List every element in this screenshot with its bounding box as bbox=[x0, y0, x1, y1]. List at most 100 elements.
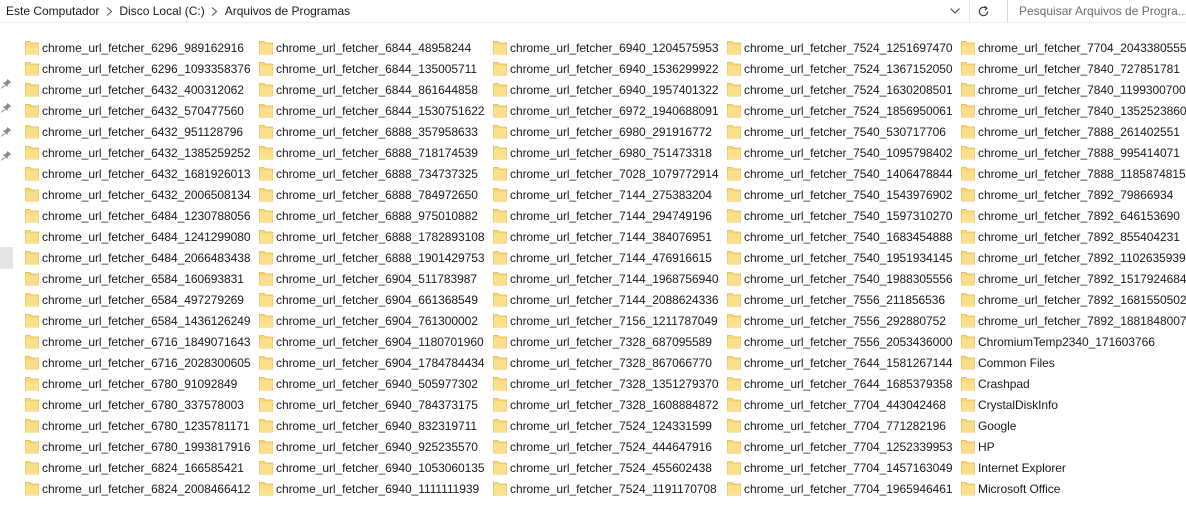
folder-item[interactable]: chrome_url_fetcher_7704_1457163049 bbox=[722, 457, 956, 478]
folder-item[interactable]: chrome_url_fetcher_7328_687095589 bbox=[488, 331, 722, 352]
address-history-button[interactable] bbox=[942, 0, 968, 22]
folder-item[interactable]: chrome_url_fetcher_6940_1111111939 bbox=[254, 478, 488, 499]
folder-item[interactable]: chrome_url_fetcher_6888_1901429753 bbox=[254, 247, 488, 268]
folder-item[interactable]: chrome_url_fetcher_7328_1351279370 bbox=[488, 373, 722, 394]
folder-item[interactable]: chrome_url_fetcher_7144_2088624336 bbox=[488, 289, 722, 310]
folder-item[interactable]: chrome_url_fetcher_7156_1211787049 bbox=[488, 310, 722, 331]
folder-item[interactable]: chrome_url_fetcher_6484_2066483438 bbox=[20, 247, 254, 268]
chevron-right-icon[interactable] bbox=[207, 6, 223, 16]
folder-item[interactable]: chrome_url_fetcher_7892_1881848007 bbox=[956, 310, 1186, 331]
folder-item[interactable]: chrome_url_fetcher_6844_1530751622 bbox=[254, 100, 488, 121]
folder-item[interactable]: chrome_url_fetcher_6904_761300002 bbox=[254, 310, 488, 331]
folder-item[interactable]: chrome_url_fetcher_6940_832319711 bbox=[254, 415, 488, 436]
folder-item[interactable]: chrome_url_fetcher_6888_357958633 bbox=[254, 121, 488, 142]
folder-item[interactable]: chrome_url_fetcher_6432_1681926013 bbox=[20, 163, 254, 184]
folder-item[interactable]: chrome_url_fetcher_7328_867066770 bbox=[488, 352, 722, 373]
folder-item[interactable]: chrome_url_fetcher_6904_1180701960 bbox=[254, 331, 488, 352]
folder-item[interactable]: chrome_url_fetcher_7888_995414071 bbox=[956, 142, 1186, 163]
folder-item[interactable]: chrome_url_fetcher_6844_135005711 bbox=[254, 58, 488, 79]
search-input[interactable] bbox=[1019, 4, 1186, 18]
folder-item[interactable]: Microsoft Office bbox=[956, 478, 1186, 499]
chevron-right-icon[interactable] bbox=[101, 6, 117, 16]
breadcrumb[interactable]: Este Computador Disco Local (C:) Arquivo… bbox=[0, 0, 942, 22]
folder-item[interactable]: chrome_url_fetcher_7524_1856950061 bbox=[722, 100, 956, 121]
folder-item[interactable]: chrome_url_fetcher_7540_1095798402 bbox=[722, 142, 956, 163]
search-box[interactable] bbox=[1007, 0, 1186, 22]
folder-item[interactable]: Google bbox=[956, 415, 1186, 436]
folder-item[interactable]: Common Files bbox=[956, 352, 1186, 373]
folder-item[interactable]: chrome_url_fetcher_7144_294749196 bbox=[488, 205, 722, 226]
folder-item[interactable]: chrome_url_fetcher_6980_291916772 bbox=[488, 121, 722, 142]
navigation-pane-scroll-marker[interactable] bbox=[0, 247, 13, 269]
folder-item[interactable]: chrome_url_fetcher_7144_476916615 bbox=[488, 247, 722, 268]
folder-item[interactable]: chrome_url_fetcher_6432_1385259252 bbox=[20, 142, 254, 163]
folder-item[interactable]: chrome_url_fetcher_7524_124331599 bbox=[488, 415, 722, 436]
folder-item[interactable]: chrome_url_fetcher_7704_771282196 bbox=[722, 415, 956, 436]
folder-item[interactable]: chrome_url_fetcher_6780_1235781171 bbox=[20, 415, 254, 436]
folder-item[interactable]: chrome_url_fetcher_6584_497279269 bbox=[20, 289, 254, 310]
breadcrumb-item-disco-local[interactable]: Disco Local (C:) bbox=[117, 4, 206, 18]
folder-item[interactable]: chrome_url_fetcher_6432_951128796 bbox=[20, 121, 254, 142]
folder-item[interactable]: chrome_url_fetcher_6940_1536299922 bbox=[488, 58, 722, 79]
folder-item[interactable]: chrome_url_fetcher_7028_1079772914 bbox=[488, 163, 722, 184]
folder-item[interactable]: chrome_url_fetcher_6296_989162916 bbox=[20, 37, 254, 58]
folder-item[interactable]: chrome_url_fetcher_7892_1102635939 bbox=[956, 247, 1186, 268]
folder-item[interactable]: CrystalDiskInfo bbox=[956, 394, 1186, 415]
folder-item[interactable]: chrome_url_fetcher_6888_734737325 bbox=[254, 163, 488, 184]
folder-item[interactable]: chrome_url_fetcher_6940_925235570 bbox=[254, 436, 488, 457]
folder-item[interactable]: chrome_url_fetcher_6888_975010882 bbox=[254, 205, 488, 226]
folder-item[interactable]: chrome_url_fetcher_7144_384076951 bbox=[488, 226, 722, 247]
folder-item[interactable]: chrome_url_fetcher_7540_1951934145 bbox=[722, 247, 956, 268]
folder-item[interactable]: chrome_url_fetcher_6904_1784784434 bbox=[254, 352, 488, 373]
folder-item[interactable]: chrome_url_fetcher_7328_1608884872 bbox=[488, 394, 722, 415]
folder-item[interactable]: chrome_url_fetcher_7540_1406478844 bbox=[722, 163, 956, 184]
folder-item[interactable]: chrome_url_fetcher_6824_166585421 bbox=[20, 457, 254, 478]
folder-item[interactable]: chrome_url_fetcher_7540_1988305556 bbox=[722, 268, 956, 289]
folder-item[interactable]: chrome_url_fetcher_7704_443042468 bbox=[722, 394, 956, 415]
folder-item[interactable]: chrome_url_fetcher_7892_646153690 bbox=[956, 205, 1186, 226]
folder-item[interactable]: chrome_url_fetcher_6940_505977302 bbox=[254, 373, 488, 394]
folder-item[interactable]: chrome_url_fetcher_6584_160693831 bbox=[20, 268, 254, 289]
folder-item[interactable]: chrome_url_fetcher_7644_1581267144 bbox=[722, 352, 956, 373]
folder-item[interactable]: chrome_url_fetcher_7524_1251697470 bbox=[722, 37, 956, 58]
folder-item[interactable]: chrome_url_fetcher_7892_855404231 bbox=[956, 226, 1186, 247]
folder-item[interactable]: chrome_url_fetcher_7524_455602438 bbox=[488, 457, 722, 478]
folder-item[interactable]: chrome_url_fetcher_6824_2008466412 bbox=[20, 478, 254, 499]
folder-item[interactable]: chrome_url_fetcher_6432_2006508134 bbox=[20, 184, 254, 205]
folder-item[interactable]: Crashpad bbox=[956, 373, 1186, 394]
folder-item[interactable]: chrome_url_fetcher_6780_337578003 bbox=[20, 394, 254, 415]
folder-item[interactable]: chrome_url_fetcher_6904_511783987 bbox=[254, 268, 488, 289]
folder-item[interactable]: Internet Explorer bbox=[956, 457, 1186, 478]
folder-item[interactable]: chrome_url_fetcher_6940_1957401322 bbox=[488, 79, 722, 100]
folder-item[interactable]: chrome_url_fetcher_6780_1993817916 bbox=[20, 436, 254, 457]
folder-item[interactable]: chrome_url_fetcher_6888_718174539 bbox=[254, 142, 488, 163]
folder-item[interactable]: chrome_url_fetcher_7704_1965946461 bbox=[722, 478, 956, 499]
folder-item[interactable]: chrome_url_fetcher_7144_275383204 bbox=[488, 184, 722, 205]
folder-item[interactable]: chrome_url_fetcher_6904_661368549 bbox=[254, 289, 488, 310]
breadcrumb-item-arquivos-de-programas[interactable]: Arquivos de Programas bbox=[223, 4, 352, 18]
folder-item[interactable]: chrome_url_fetcher_7524_1630208501 bbox=[722, 79, 956, 100]
folder-item[interactable]: chrome_url_fetcher_7704_2043380555 bbox=[956, 37, 1186, 58]
folder-item[interactable]: HP bbox=[956, 436, 1186, 457]
folder-item[interactable]: chrome_url_fetcher_7556_292880752 bbox=[722, 310, 956, 331]
folder-item[interactable]: chrome_url_fetcher_7892_1517924684 bbox=[956, 268, 1186, 289]
refresh-button[interactable] bbox=[969, 0, 997, 22]
folder-item[interactable]: chrome_url_fetcher_7892_1681550502 bbox=[956, 289, 1186, 310]
folder-item[interactable]: chrome_url_fetcher_6296_1093358376 bbox=[20, 58, 254, 79]
folder-item[interactable]: chrome_url_fetcher_6940_784373175 bbox=[254, 394, 488, 415]
folder-item[interactable]: chrome_url_fetcher_7556_2053436000 bbox=[722, 331, 956, 352]
folder-item[interactable]: chrome_url_fetcher_6432_400312062 bbox=[20, 79, 254, 100]
folder-item[interactable]: chrome_url_fetcher_6716_1849071643 bbox=[20, 331, 254, 352]
folder-item[interactable]: chrome_url_fetcher_6940_1204575953 bbox=[488, 37, 722, 58]
folder-item[interactable]: chrome_url_fetcher_7524_444647916 bbox=[488, 436, 722, 457]
folder-item[interactable]: chrome_url_fetcher_7524_1367152050 bbox=[722, 58, 956, 79]
folder-item[interactable]: chrome_url_fetcher_7540_1597310270 bbox=[722, 205, 956, 226]
folder-item[interactable]: chrome_url_fetcher_6484_1230788056 bbox=[20, 205, 254, 226]
folder-item[interactable]: chrome_url_fetcher_7540_1543976902 bbox=[722, 184, 956, 205]
folder-item[interactable]: chrome_url_fetcher_7144_1968756940 bbox=[488, 268, 722, 289]
folder-item[interactable]: chrome_url_fetcher_6888_784972650 bbox=[254, 184, 488, 205]
folder-item[interactable]: chrome_url_fetcher_6484_1241299080 bbox=[20, 226, 254, 247]
folder-item[interactable]: chrome_url_fetcher_6940_1053060135 bbox=[254, 457, 488, 478]
folder-item[interactable]: chrome_url_fetcher_6888_1782893108 bbox=[254, 226, 488, 247]
folder-item[interactable]: chrome_url_fetcher_6972_1940688091 bbox=[488, 100, 722, 121]
